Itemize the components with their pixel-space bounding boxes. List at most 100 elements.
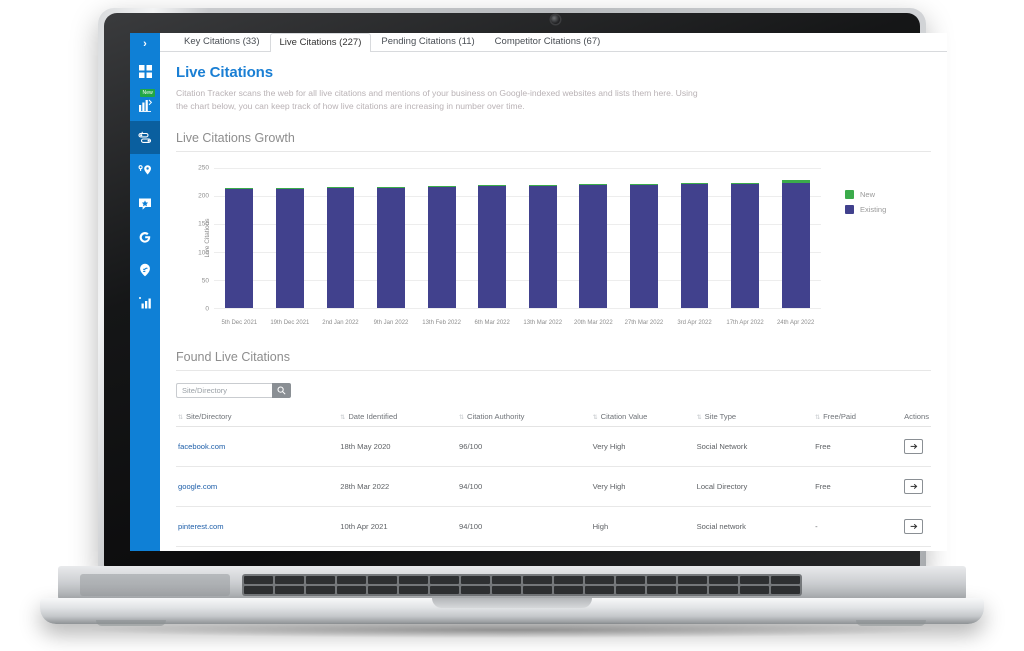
key xyxy=(399,576,428,584)
page-title: Live Citations xyxy=(176,64,273,81)
legend-swatch-existing xyxy=(845,205,854,214)
site-link[interactable]: facebook.com xyxy=(178,442,225,451)
bar-column[interactable] xyxy=(416,168,467,308)
key xyxy=(709,586,738,594)
sidebar-item-reviews[interactable] xyxy=(130,187,160,220)
sidebar-item-dashboard[interactable] xyxy=(130,55,160,88)
chart-legend: New Existing xyxy=(845,190,917,220)
bar-segment-existing xyxy=(731,183,759,308)
sidebar-item-rank-tracker[interactable]: New xyxy=(130,88,160,121)
y-axis-tick: 200 xyxy=(198,192,209,200)
bar-column[interactable] xyxy=(265,168,316,308)
table-section-title: Found Live Citations xyxy=(176,350,931,371)
tab-key-citations[interactable]: Key Citations (33) xyxy=(174,33,270,51)
x-axis-tick: 5th Dec 2021 xyxy=(221,320,258,326)
th-citation-value[interactable]: ⇅ Citation Value xyxy=(590,408,695,427)
cell-site-type: Local Directory xyxy=(694,466,814,507)
table-row: facebook.com 18th May 2020 96/100 Very High… xyxy=(176,426,931,467)
bar-column[interactable] xyxy=(366,168,417,308)
bar-segment-existing xyxy=(781,182,810,308)
search-row xyxy=(176,383,931,398)
key xyxy=(337,576,366,584)
x-axis-tick: 6th Mar 2022 xyxy=(474,320,510,326)
laptop-screen: › New Key Citations (33) Live Citations … xyxy=(130,33,947,551)
sidebar-item-local-search[interactable] xyxy=(130,154,160,187)
th-citation-authority[interactable]: ⇅ Citation Authority xyxy=(457,408,591,427)
cell-actions xyxy=(902,506,931,547)
tab-live-citations[interactable]: Live Citations (227) xyxy=(269,33,372,52)
search-button[interactable] xyxy=(272,383,291,398)
chart-bars xyxy=(214,168,821,308)
sidebar-expand-toggle[interactable]: › xyxy=(130,33,160,55)
th-date-identified[interactable]: ⇅ Date Identified xyxy=(338,408,457,427)
key xyxy=(616,586,645,594)
th-site-type[interactable]: ⇅ Site Type xyxy=(694,408,814,427)
legend-item-new: New xyxy=(845,190,917,199)
key xyxy=(244,576,273,584)
bar-segment-existing xyxy=(275,188,304,308)
bar-column[interactable] xyxy=(669,168,720,308)
bar-segment-existing xyxy=(478,186,507,308)
cell-free-paid: Free xyxy=(813,466,903,507)
bar-segment-existing xyxy=(427,187,456,308)
bar-segment-existing xyxy=(326,188,355,308)
tab-pending-citations[interactable]: Pending Citations (11) xyxy=(371,33,484,51)
x-axis-tick: 20th Mar 2022 xyxy=(573,320,613,326)
sidebar-item-google[interactable] xyxy=(130,220,160,253)
content-area: Key Citations (33) Live Citations (227) … xyxy=(160,33,947,551)
bar-column[interactable] xyxy=(568,168,619,308)
bar-column[interactable] xyxy=(619,168,670,308)
th-site-directory[interactable]: ⇅ Site/Directory xyxy=(176,408,339,427)
bar-segment-existing xyxy=(680,184,709,308)
x-axis-tick: 13th Mar 2022 xyxy=(523,320,563,326)
key xyxy=(461,576,490,584)
key xyxy=(492,576,521,584)
cell-citation-authority: 94/100 xyxy=(457,466,591,507)
row-action-button[interactable] xyxy=(904,519,924,534)
cell-citation-authority: 94/100 xyxy=(457,506,591,547)
legend-label-new: New xyxy=(860,190,876,199)
search-input[interactable] xyxy=(176,383,272,398)
sort-icon: ⇅ xyxy=(815,415,821,421)
star-card-icon xyxy=(138,197,152,211)
bar-column[interactable] xyxy=(720,168,771,308)
sidebar-item-locations[interactable] xyxy=(130,253,160,286)
location-drop-icon xyxy=(138,263,152,277)
key xyxy=(523,586,552,594)
key xyxy=(647,586,676,594)
gridline: 0 xyxy=(205,306,821,313)
x-axis-tick: 3rd Apr 2022 xyxy=(677,320,712,326)
key xyxy=(306,586,335,594)
bar-column[interactable] xyxy=(770,168,821,308)
th-actions: Actions xyxy=(902,408,931,427)
y-axis-tick: 0 xyxy=(205,305,209,313)
site-link[interactable]: pinterest.com xyxy=(178,522,224,531)
key xyxy=(306,576,335,584)
bar-chart-icon xyxy=(138,296,152,309)
google-g-icon xyxy=(138,230,152,244)
x-axis-tick: 24th Apr 2022 xyxy=(776,320,815,326)
key xyxy=(709,576,738,584)
bar-column[interactable] xyxy=(214,168,265,308)
bar-column[interactable] xyxy=(467,168,518,308)
th-free-paid[interactable]: ⇅ Free/Paid xyxy=(813,408,903,427)
tab-competitor-citations[interactable]: Competitor Citations (67) xyxy=(485,33,611,51)
cell-site-directory: pinterest.com xyxy=(176,506,339,547)
drop-shadow xyxy=(92,622,932,638)
chart-x-axis-labels: 5th Dec 2021 19th Dec 2021 2nd Jan 2022 9th… xyxy=(214,320,821,326)
table-header-row: ⇅ Site/Directory ⇅ Date Identified ⇅ Citati… xyxy=(176,408,931,427)
row-action-button[interactable] xyxy=(904,439,924,454)
sidebar-item-reports[interactable] xyxy=(130,286,160,319)
bar-column[interactable] xyxy=(517,168,568,308)
site-link[interactable]: google.com xyxy=(178,482,217,491)
th-label: Date Identified xyxy=(348,412,398,421)
x-axis-tick: 2nd Jan 2022 xyxy=(322,320,359,326)
sidebar-item-citation-tracker[interactable] xyxy=(130,121,160,154)
search-icon xyxy=(277,382,286,400)
row-action-button[interactable] xyxy=(904,479,924,494)
cell-free-paid: Free xyxy=(813,426,903,467)
bar-segment-existing xyxy=(630,184,658,308)
key xyxy=(430,576,459,584)
bar-column[interactable] xyxy=(315,168,366,308)
key xyxy=(337,586,366,594)
